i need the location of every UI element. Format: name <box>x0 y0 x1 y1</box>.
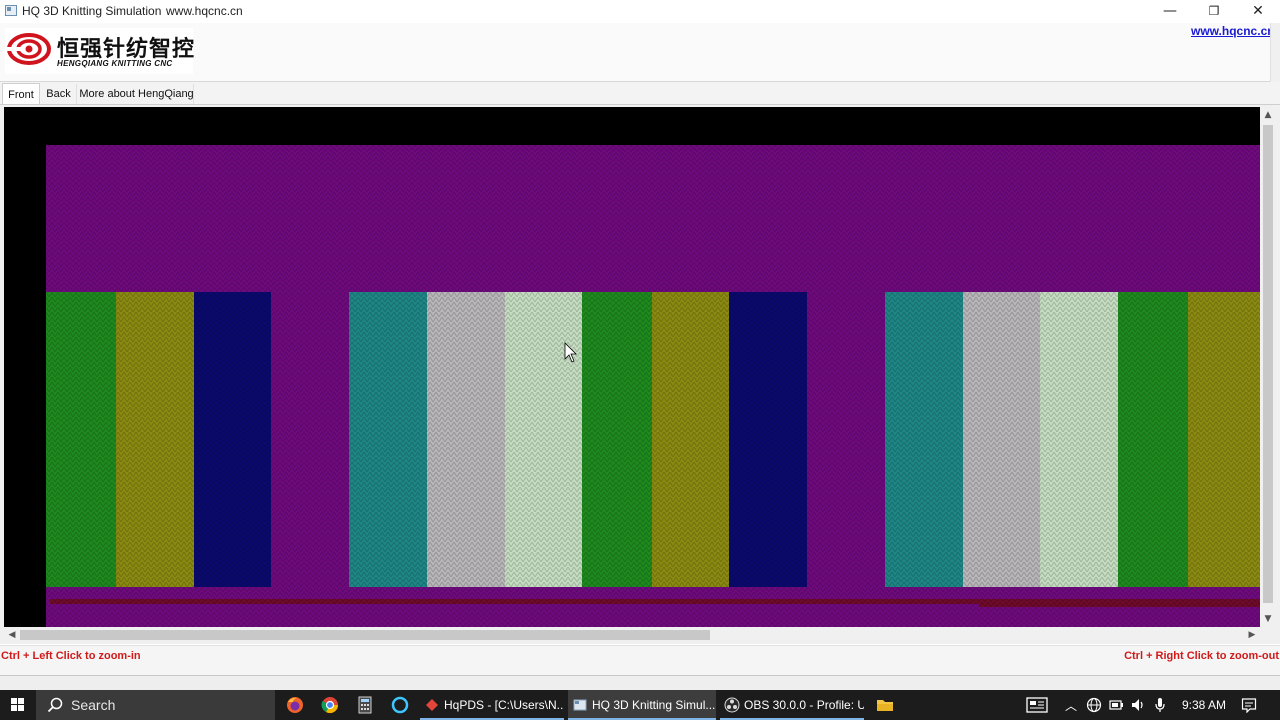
knitting-viewport[interactable] <box>4 107 1260 627</box>
taskbar-app-label: OBS 30.0.0 - Profile: U... <box>744 698 864 712</box>
vertical-scroll-thumb[interactable] <box>1263 125 1273 603</box>
scroll-right-arrow-icon[interactable]: ▶ <box>1244 627 1260 643</box>
app-icon <box>5 5 17 16</box>
taskbar-app-hqpds[interactable]: HqPDS - [C:\Users\N... <box>420 690 564 720</box>
vertical-scrollbar[interactable]: ▲ ▼ <box>1260 107 1276 627</box>
notification-center-icon[interactable] <box>1241 697 1257 713</box>
scroll-left-arrow-icon[interactable]: ◀ <box>4 627 20 643</box>
search-icon <box>47 697 63 713</box>
firefox-icon[interactable] <box>285 695 305 715</box>
app-header: 恒强针纺智控 HENGQIANG KNITTING CNC www.hqcnc.… <box>0 23 1280 82</box>
zoom-out-hint: Ctrl + Right Click to zoom-out <box>1124 650 1279 662</box>
news-widget-icon[interactable] <box>1026 697 1048 713</box>
taskbar-clock[interactable]: 9:38 AM <box>1176 690 1232 720</box>
header-scrollbar[interactable] <box>1270 23 1280 82</box>
cortana-ring-icon[interactable] <box>390 695 410 715</box>
hqpds-icon <box>426 699 438 711</box>
windows-logo-icon <box>11 698 25 712</box>
taskbar-app-label: HQ 3D Knitting Simul... <box>592 698 716 712</box>
hengqiang-logo-icon <box>7 33 51 65</box>
start-button[interactable] <box>0 690 36 720</box>
tab-front[interactable]: Front <box>2 83 40 105</box>
window-title: HQ 3D Knitting Simulation <box>22 4 162 18</box>
window-title-url: www.hqcnc.cn <box>166 4 243 18</box>
title-bar[interactable]: HQ 3D Knitting Simulation www.hqcnc.cn —… <box>0 0 1280 23</box>
logo-english-text: HENGQIANG KNITTING CNC <box>57 59 173 68</box>
hq3d-icon <box>573 699 587 711</box>
globe-icon[interactable] <box>1086 697 1102 713</box>
search-label: Search <box>71 697 116 713</box>
knitting-fabric[interactable] <box>4 107 1260 627</box>
taskbar-app-hq3d[interactable]: HQ 3D Knitting Simul... <box>568 690 716 720</box>
maximize-button[interactable]: ❐ <box>1192 0 1236 22</box>
zoom-in-hint: Ctrl + Left Click to zoom-in <box>1 650 141 662</box>
battery-icon[interactable] <box>1108 697 1124 713</box>
file-explorer-icon[interactable] <box>875 695 895 715</box>
scroll-up-arrow-icon[interactable]: ▲ <box>1260 107 1276 123</box>
status-bar <box>0 675 1280 690</box>
close-button[interactable]: ✕ <box>1236 0 1280 22</box>
obs-icon <box>724 697 740 713</box>
horizontal-scroll-thumb[interactable] <box>20 630 710 640</box>
chrome-icon[interactable] <box>320 695 340 715</box>
taskbar-search[interactable]: Search <box>36 690 275 720</box>
tab-back[interactable]: Back <box>41 84 77 104</box>
taskbar-app-label: HqPDS - [C:\Users\N... <box>444 698 564 712</box>
windows-taskbar: Search HqPDS - [C:\Users\N... HQ 3D Knit… <box>0 690 1280 720</box>
hint-bar: Ctrl + Left Click to zoom-in Ctrl + Righ… <box>0 645 1280 675</box>
hengqiang-logo: 恒强针纺智控 HENGQIANG KNITTING CNC <box>5 28 194 74</box>
view-tabs: Front Back More about HengQiang <box>0 82 1280 105</box>
microphone-icon[interactable] <box>1152 697 1168 713</box>
app-window: HQ 3D Knitting Simulation www.hqcnc.cn —… <box>0 0 1280 720</box>
simulation-frame: ▲ ▼ ◀ ▶ <box>0 104 1280 644</box>
scroll-down-arrow-icon[interactable]: ▼ <box>1260 611 1276 627</box>
website-link[interactable]: www.hqcnc.cn <box>1191 24 1275 38</box>
minimize-button[interactable]: — <box>1148 0 1192 22</box>
horizontal-scrollbar[interactable]: ◀ ▶ <box>4 627 1260 643</box>
calculator-icon[interactable] <box>355 695 375 715</box>
tab-more-about-hengqiang[interactable]: More about HengQiang <box>79 84 194 104</box>
taskbar-app-obs[interactable]: OBS 30.0.0 - Profile: U... <box>720 690 864 720</box>
volume-icon[interactable] <box>1130 697 1146 713</box>
tray-chevron-up-icon[interactable]: ︿ <box>1062 690 1080 720</box>
